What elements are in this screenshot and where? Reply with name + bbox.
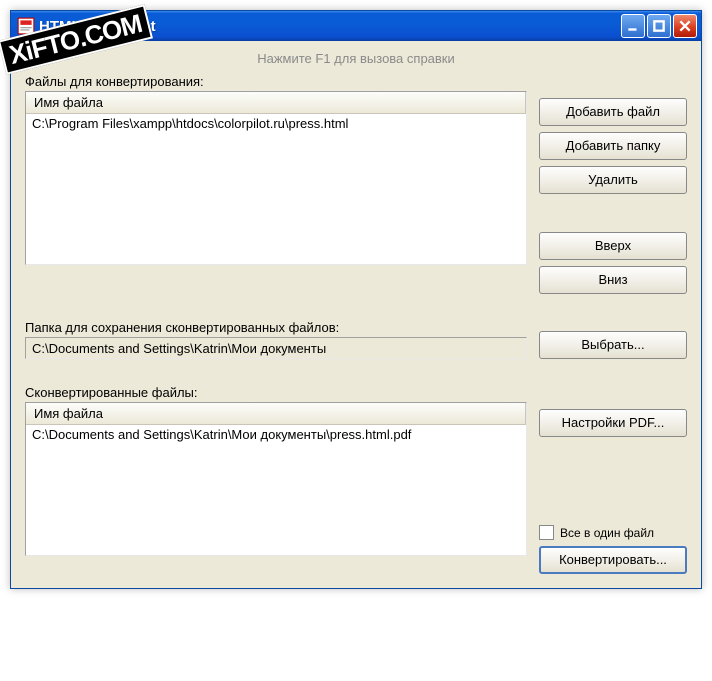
files-label: Файлы для конвертирования: bbox=[25, 74, 527, 89]
all-in-one-checkbox[interactable] bbox=[539, 525, 554, 540]
list-item[interactable]: C:\Program Files\xampp\htdocs\colorpilot… bbox=[26, 114, 526, 133]
save-folder-label: Папка для сохранения сконвертированных ф… bbox=[25, 320, 527, 335]
all-in-one-label: Все в один файл bbox=[560, 526, 654, 540]
move-down-button[interactable]: Вниз bbox=[539, 266, 687, 294]
converted-label: Сконвертированные файлы: bbox=[25, 385, 527, 400]
source-list-header[interactable]: Имя файла bbox=[26, 92, 526, 114]
maximize-button[interactable] bbox=[647, 14, 671, 38]
converted-list-header[interactable]: Имя файла bbox=[26, 403, 526, 425]
minimize-button[interactable] bbox=[621, 14, 645, 38]
list-item[interactable]: C:\Documents and Settings\Katrin\Мои док… bbox=[26, 425, 526, 444]
help-hint: Нажмите F1 для вызова справки bbox=[25, 51, 687, 66]
pdf-settings-button[interactable]: Настройки PDF... bbox=[539, 409, 687, 437]
move-up-button[interactable]: Вверх bbox=[539, 232, 687, 260]
window-controls bbox=[621, 14, 697, 38]
save-folder-field[interactable]: C:\Documents and Settings\Katrin\Мои док… bbox=[25, 337, 527, 359]
converted-files-list[interactable]: Имя файла C:\Documents and Settings\Katr… bbox=[25, 402, 527, 556]
add-file-button[interactable]: Добавить файл bbox=[539, 98, 687, 126]
browse-button[interactable]: Выбрать... bbox=[539, 331, 687, 359]
source-column-header[interactable]: Имя файла bbox=[26, 92, 526, 113]
close-button[interactable] bbox=[673, 14, 697, 38]
converted-column-header[interactable]: Имя файла bbox=[26, 403, 526, 424]
app-window: HTML2PDF Pilot Нажмите F1 для вызова спр… bbox=[10, 10, 702, 589]
convert-button[interactable]: Конвертировать... bbox=[539, 546, 687, 574]
client-area: Нажмите F1 для вызова справки Файлы для … bbox=[11, 41, 701, 588]
source-files-list[interactable]: Имя файла C:\Program Files\xampp\htdocs\… bbox=[25, 91, 527, 265]
delete-button[interactable]: Удалить bbox=[539, 166, 687, 194]
add-folder-button[interactable]: Добавить папку bbox=[539, 132, 687, 160]
